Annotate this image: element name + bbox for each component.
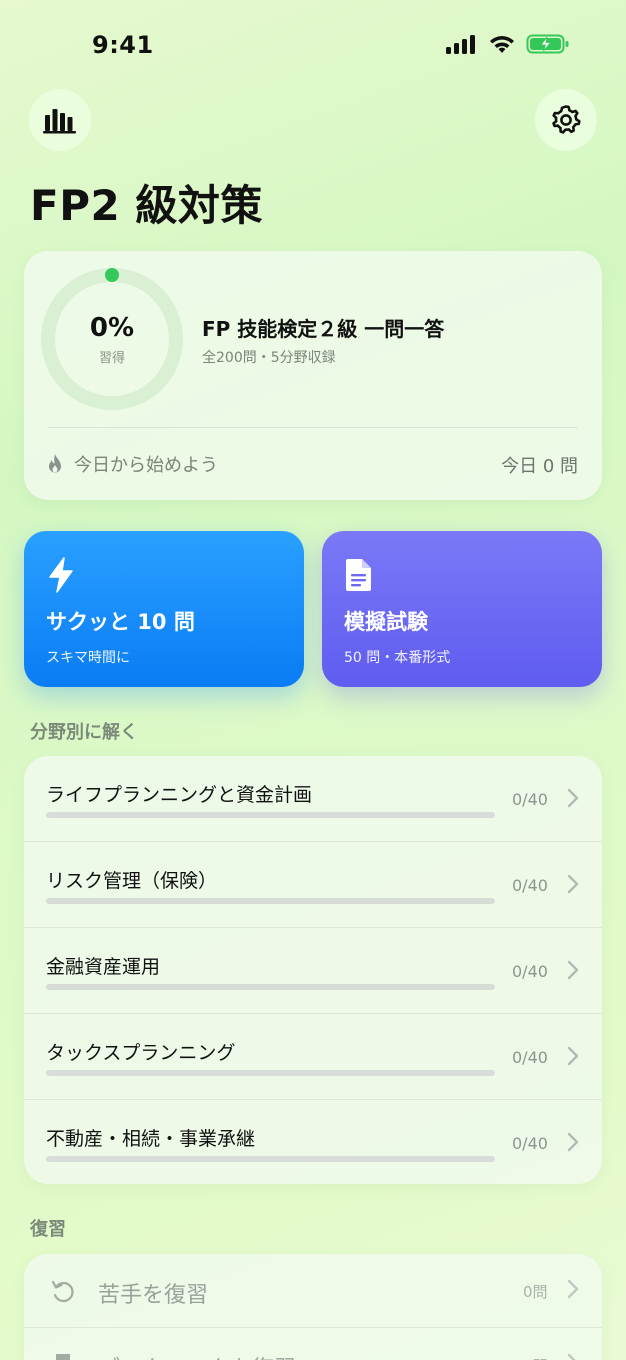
- status-time: 9:41: [92, 31, 154, 59]
- quick-ten-button[interactable]: サクッと 10 問 スキマ時間に: [24, 531, 304, 687]
- category-progress-bar: [46, 898, 495, 904]
- today-count: 今日 0 問: [501, 456, 578, 477]
- battery-charging-icon: [526, 34, 569, 54]
- category-progress-bar: [46, 1156, 495, 1162]
- chevron-right-icon: [567, 1279, 579, 1299]
- review-bookmark-row[interactable]: ブックマークを復習 0問: [24, 1328, 602, 1360]
- mock-exam-button[interactable]: 模擬試験 50 問・本番形式: [322, 531, 602, 687]
- chevron-right-icon: [567, 1353, 576, 1360]
- category-count: 0/40: [512, 962, 548, 981]
- review-count: 0問: [523, 1355, 548, 1360]
- category-progress-bar: [46, 1070, 495, 1076]
- streak-text: 今日から始めよう: [74, 455, 218, 476]
- bar-chart-icon: [43, 109, 76, 134]
- category-count: 0/40: [512, 1048, 548, 1067]
- category-section-label: 分野別に解く: [30, 722, 138, 743]
- mock-exam-subtitle: 50 問・本番形式: [344, 650, 451, 666]
- category-count: 0/40: [512, 876, 548, 895]
- category-name: リスク管理（保険）: [46, 870, 218, 892]
- category-list: ライフプランニングと資金計画 0/40 リスク管理（保険） 0/40 金融資産運…: [24, 756, 602, 1184]
- cellular-signal-icon: [446, 35, 475, 54]
- lightning-icon: [49, 557, 73, 593]
- course-subtitle: 全200問・5分野収録: [202, 350, 336, 366]
- chevron-right-icon: [567, 960, 579, 980]
- category-count: 0/40: [512, 790, 548, 809]
- mastery-label: 習得: [98, 351, 125, 366]
- quick-ten-title: サクッと 10 問: [46, 610, 195, 634]
- category-name: ライフプランニングと資金計画: [46, 784, 313, 806]
- review-list: 苦手を復習 0問 ブックマークを復習 0問: [24, 1254, 602, 1360]
- review-weak-row[interactable]: 苦手を復習 0問: [24, 1254, 602, 1328]
- category-row-real-estate[interactable]: 不動産・相続・事業承継 0/40: [24, 1100, 602, 1184]
- category-row-risk-management[interactable]: リスク管理（保険） 0/40: [24, 842, 602, 928]
- category-row-tax-planning[interactable]: タックスプランニング 0/40: [24, 1014, 602, 1100]
- course-title: FP 技能検定２級 一問一答: [202, 317, 445, 341]
- streak-row: 今日から始めよう: [46, 451, 218, 477]
- review-label: ブックマークを復習: [98, 1351, 296, 1360]
- divider: [48, 427, 578, 428]
- review-label: 苦手を復習: [98, 1283, 209, 1308]
- settings-button[interactable]: [535, 89, 597, 151]
- mock-exam-title: 模擬試験: [344, 610, 428, 634]
- status-bar: 9:41: [0, 0, 626, 90]
- document-icon: [346, 559, 371, 591]
- mastery-percent: 0%: [89, 313, 135, 343]
- category-name: 金融資産運用: [46, 956, 161, 978]
- chevron-right-icon: [567, 788, 579, 808]
- stats-button[interactable]: [29, 89, 91, 151]
- gear-icon: [552, 105, 581, 134]
- chevron-right-icon: [567, 874, 579, 894]
- review-count: 0問: [523, 1283, 548, 1301]
- category-name: 不動産・相続・事業承継: [46, 1128, 256, 1150]
- review-section-label: 復習: [30, 1219, 66, 1240]
- category-progress-bar: [46, 812, 495, 818]
- quick-ten-subtitle: スキマ時間に: [46, 650, 130, 666]
- page-title: FP2 級対策: [30, 181, 263, 230]
- category-name: タックスプランニング: [46, 1042, 236, 1064]
- chevron-right-icon: [567, 1046, 579, 1066]
- progress-card[interactable]: 0% 習得 FP 技能検定２級 一問一答 全200問・5分野収録 今日から始めよ…: [24, 251, 602, 500]
- flame-icon: [49, 454, 61, 473]
- wifi-icon: [490, 36, 514, 53]
- category-progress-bar: [46, 984, 495, 990]
- bookmark-icon: [56, 1354, 70, 1360]
- category-count: 0/40: [512, 1134, 548, 1153]
- retry-icon: [51, 1280, 74, 1303]
- category-row-financial-assets[interactable]: 金融資産運用 0/40: [24, 928, 602, 1014]
- category-row-life-planning[interactable]: ライフプランニングと資金計画 0/40: [24, 756, 602, 842]
- chevron-right-icon: [567, 1132, 579, 1152]
- status-icons: [446, 33, 570, 55]
